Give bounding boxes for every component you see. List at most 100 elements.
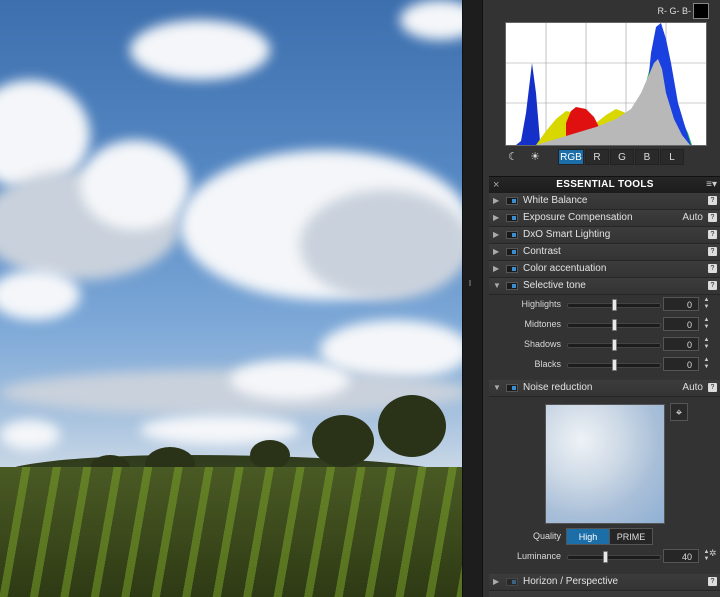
expand-triangle-icon[interactable]: ▶	[493, 210, 499, 226]
stepper-icon[interactable]: ▲ ▼	[702, 337, 711, 351]
tool-toggle-icon[interactable]	[506, 282, 518, 290]
tool-toggle-icon[interactable]	[506, 248, 518, 256]
help-icon[interactable]: ?	[708, 247, 717, 256]
slider-thumb[interactable]	[612, 339, 617, 351]
tree	[312, 415, 374, 467]
tool-smart-lighting[interactable]: ▶ DxO Smart Lighting ?	[489, 227, 720, 244]
tool-toggle-icon[interactable]	[506, 578, 518, 586]
essential-tools-header: × ESSENTIAL TOOLS ≡▾	[489, 176, 720, 194]
quality-high-button[interactable]: High	[566, 528, 610, 545]
tool-toggle-icon[interactable]	[506, 384, 518, 392]
help-icon[interactable]: ?	[708, 264, 717, 273]
slider-track[interactable]	[567, 551, 661, 563]
expand-triangle-icon[interactable]: ▶	[493, 261, 499, 277]
moon-icon[interactable]: ☾	[505, 149, 521, 165]
slider-value-field[interactable]: 0	[663, 317, 699, 331]
quality-label: Quality	[533, 531, 562, 541]
stepper-icon[interactable]: ▲ ▼	[702, 297, 711, 311]
tool-toggle-icon[interactable]	[506, 265, 518, 273]
stepper-icon[interactable]: ▲ ▼	[702, 357, 711, 371]
slider-track[interactable]	[567, 339, 661, 351]
noise-preview-image	[545, 404, 665, 524]
collapse-triangle-icon[interactable]: ▼	[493, 278, 501, 294]
cloud	[230, 360, 350, 400]
slider-label: Luminance	[516, 551, 561, 561]
expand-triangle-icon[interactable]: ▶	[493, 574, 499, 590]
help-icon[interactable]: ?	[708, 230, 717, 239]
photo-viewport[interactable]	[0, 0, 462, 597]
slider-thumb[interactable]	[603, 551, 608, 563]
tool-white-balance[interactable]: ▶ White Balance ?	[489, 193, 720, 210]
slider-thumb[interactable]	[612, 299, 617, 311]
tree	[250, 440, 290, 470]
slider-value-field[interactable]: 40	[663, 549, 699, 563]
slider-thumb[interactable]	[612, 359, 617, 371]
slider-luminance: Luminance 40 ▲ ▼	[489, 546, 720, 566]
channel-r-button[interactable]: R	[585, 149, 609, 165]
tool-horizon-perspective[interactable]: ▶ Horizon / Perspective ?	[489, 574, 720, 591]
slider-midtones: Midtones 0 ▲ ▼	[489, 314, 720, 334]
cloud	[80, 140, 190, 230]
tool-label: Noise reduction	[523, 382, 593, 393]
slider-value-field[interactable]: 0	[663, 297, 699, 311]
tool-label: Selective tone	[523, 280, 586, 291]
slider-highlights: Highlights 0 ▲ ▼	[489, 294, 720, 314]
tool-toggle-icon[interactable]	[506, 214, 518, 222]
slider-track[interactable]	[567, 319, 661, 331]
collapse-triangle-icon[interactable]: ▼	[493, 380, 501, 396]
histogram-toolbar: ☾ ☀ RGB R G B L	[505, 149, 705, 165]
expand-triangle-icon[interactable]: ▶	[493, 193, 499, 209]
help-icon[interactable]: ?	[708, 577, 717, 586]
expand-triangle-icon[interactable]: ▶	[493, 227, 499, 243]
tree	[378, 395, 446, 457]
slider-value-field[interactable]: 0	[663, 357, 699, 371]
menu-icon[interactable]: ≡▾	[706, 177, 717, 193]
cloud	[300, 190, 462, 300]
channel-b-button[interactable]: B	[635, 149, 659, 165]
tool-label: DxO Smart Lighting	[523, 229, 611, 240]
tool-toggle-icon[interactable]	[506, 197, 518, 205]
essential-tools-title: ESSENTIAL TOOLS	[556, 179, 654, 190]
slider-value-field[interactable]: 0	[663, 337, 699, 351]
tool-label: Horizon / Perspective	[523, 576, 619, 587]
tool-label: Color accentuation	[523, 263, 607, 274]
tool-noise-reduction[interactable]: ▼ Noise reduction Auto ?	[489, 380, 720, 397]
slider-track[interactable]	[567, 299, 661, 311]
quality-prime-button[interactable]: PRIME	[609, 528, 653, 545]
tool-contrast[interactable]: ▶ Contrast ?	[489, 244, 720, 261]
tool-toggle-icon[interactable]	[506, 231, 518, 239]
tool-selective-tone[interactable]: ▼ Selective tone ?	[489, 278, 720, 295]
tool-label: Contrast	[523, 246, 561, 257]
slider-label: Highlights	[521, 299, 561, 309]
help-icon[interactable]: ?	[708, 196, 717, 205]
slider-thumb[interactable]	[612, 319, 617, 331]
cloud	[0, 270, 80, 320]
slider-track[interactable]	[567, 359, 661, 371]
tool-row-partial[interactable]	[489, 591, 720, 597]
stepper-icon[interactable]: ▲ ▼	[702, 317, 711, 331]
channel-rgb-button[interactable]: RGB	[558, 149, 584, 165]
auto-magic-icon[interactable]: ✲	[709, 548, 717, 559]
cloud	[130, 20, 270, 80]
tool-color-accentuation[interactable]: ▶ Color accentuation ?	[489, 261, 720, 278]
channel-l-button[interactable]: L	[660, 149, 684, 165]
channel-g-button[interactable]: G	[610, 149, 634, 165]
rgb-readout: R- G- B-	[657, 6, 692, 16]
slider-label: Midtones	[524, 319, 561, 329]
tool-label: White Balance	[523, 195, 588, 206]
help-icon[interactable]: ?	[708, 383, 717, 392]
tool-value: Auto	[682, 382, 703, 393]
tool-exposure-compensation[interactable]: ▶ Exposure Compensation Auto ?	[489, 210, 720, 227]
tool-label: Exposure Compensation	[523, 212, 633, 223]
expand-triangle-icon[interactable]: ▶	[493, 244, 499, 260]
slider-blacks: Blacks 0 ▲ ▼	[489, 354, 720, 374]
splitter-grip[interactable]	[469, 280, 471, 286]
sun-icon[interactable]: ☀	[527, 149, 543, 165]
slider-label: Blacks	[534, 359, 561, 369]
target-icon[interactable]: ⌖	[670, 403, 688, 421]
help-icon[interactable]: ?	[708, 213, 717, 222]
slider-shadows: Shadows 0 ▲ ▼	[489, 334, 720, 354]
panel-splitter[interactable]	[462, 0, 483, 597]
color-swatch	[693, 3, 709, 19]
help-icon[interactable]: ?	[708, 281, 717, 290]
